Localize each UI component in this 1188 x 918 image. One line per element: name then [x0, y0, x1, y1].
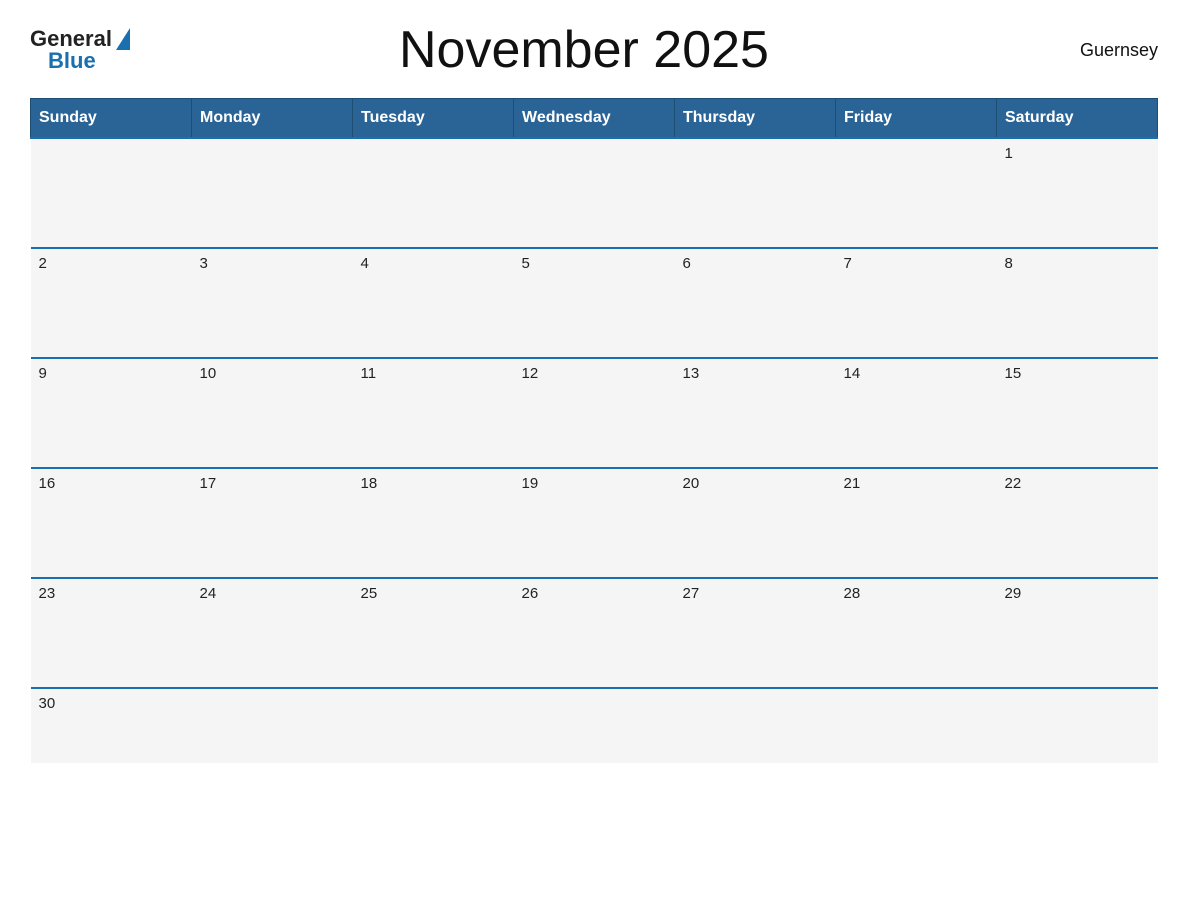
calendar-cell: 8 [997, 248, 1158, 358]
calendar-week-5: 23 24 25 26 27 28 29 [31, 578, 1158, 688]
calendar-body: 1234567891011121314151617181920212223242… [31, 138, 1158, 763]
calendar-cell: 27 [675, 578, 836, 688]
day-number: 7 [844, 255, 852, 272]
calendar-cell: 13 [675, 358, 836, 468]
calendar-cell: 20 [675, 468, 836, 578]
calendar-cell: 12 [514, 358, 675, 468]
day-number: 12 [522, 365, 539, 382]
day-number: 11 [361, 365, 377, 382]
calendar-cell: 16 [31, 468, 192, 578]
day-number: 13 [683, 365, 700, 382]
calendar-cell: 30 [31, 688, 192, 763]
calendar-cell [836, 138, 997, 248]
day-number: 4 [361, 255, 369, 272]
country-label: Guernsey [1038, 40, 1158, 61]
day-number: 26 [522, 585, 539, 602]
day-number: 15 [1005, 365, 1022, 382]
calendar-cell: 6 [675, 248, 836, 358]
calendar-cell: 25 [353, 578, 514, 688]
page-title: November 2025 [130, 20, 1038, 80]
calendar-cell: 5 [514, 248, 675, 358]
logo: General Blue [30, 26, 130, 74]
day-number: 8 [1005, 255, 1013, 272]
calendar-cell: 14 [836, 358, 997, 468]
calendar-cell: 9 [31, 358, 192, 468]
calendar-cell: 4 [353, 248, 514, 358]
logo-blue-text: Blue [48, 48, 96, 74]
day-number: 17 [200, 475, 217, 492]
calendar-cell [514, 138, 675, 248]
calendar-week-4: 16 17 18 19 20 21 22 [31, 468, 1158, 578]
calendar-week-3: 9 10 11 12 13 14 15 [31, 358, 1158, 468]
day-number: 20 [683, 475, 700, 492]
calendar-week-1: 1 [31, 138, 1158, 248]
calendar-cell: 11 [353, 358, 514, 468]
calendar-cell: 18 [353, 468, 514, 578]
calendar-cell [675, 138, 836, 248]
calendar-header: SundayMondayTuesdayWednesdayThursdayFrid… [31, 99, 1158, 139]
calendar-cell: 26 [514, 578, 675, 688]
col-header-thursday: Thursday [675, 99, 836, 139]
calendar-cell: 10 [192, 358, 353, 468]
calendar-week-6: 30 [31, 688, 1158, 763]
calendar-cell: 22 [997, 468, 1158, 578]
day-number: 2 [39, 255, 47, 272]
day-number: 25 [361, 585, 378, 602]
calendar-cell: 7 [836, 248, 997, 358]
col-header-wednesday: Wednesday [514, 99, 675, 139]
calendar-cell [353, 138, 514, 248]
day-number: 14 [844, 365, 861, 382]
col-header-sunday: Sunday [31, 99, 192, 139]
col-header-saturday: Saturday [997, 99, 1158, 139]
day-number: 28 [844, 585, 861, 602]
calendar-cell [353, 688, 514, 763]
col-header-friday: Friday [836, 99, 997, 139]
day-number: 21 [844, 475, 861, 492]
day-number: 1 [1005, 145, 1013, 162]
calendar-cell: 21 [836, 468, 997, 578]
col-header-tuesday: Tuesday [353, 99, 514, 139]
calendar-week-2: 2 3 4 5 6 7 8 [31, 248, 1158, 358]
calendar-cell: 19 [514, 468, 675, 578]
col-header-monday: Monday [192, 99, 353, 139]
day-number: 22 [1005, 475, 1022, 492]
calendar-cell: 23 [31, 578, 192, 688]
calendar-cell [192, 688, 353, 763]
calendar-cell: 29 [997, 578, 1158, 688]
page-header: General Blue November 2025 Guernsey [30, 20, 1158, 80]
day-number: 6 [683, 255, 691, 272]
calendar-cell: 17 [192, 468, 353, 578]
day-number: 24 [200, 585, 217, 602]
day-number: 5 [522, 255, 530, 272]
day-number: 19 [522, 475, 539, 492]
calendar-cell [836, 688, 997, 763]
calendar-cell [514, 688, 675, 763]
calendar-table: SundayMondayTuesdayWednesdayThursdayFrid… [30, 98, 1158, 763]
day-number: 30 [39, 695, 56, 712]
logo-triangle-icon [116, 28, 130, 50]
calendar-cell: 2 [31, 248, 192, 358]
calendar-cell [192, 138, 353, 248]
day-number: 18 [361, 475, 378, 492]
day-number: 29 [1005, 585, 1022, 602]
day-number: 9 [39, 365, 47, 382]
day-number: 23 [39, 585, 56, 602]
calendar-cell: 3 [192, 248, 353, 358]
day-number: 16 [39, 475, 56, 492]
day-number: 10 [200, 365, 217, 382]
calendar-cell [675, 688, 836, 763]
day-number: 3 [200, 255, 208, 272]
calendar-cell: 28 [836, 578, 997, 688]
calendar-cell [31, 138, 192, 248]
day-headers-row: SundayMondayTuesdayWednesdayThursdayFrid… [31, 99, 1158, 139]
day-number: 27 [683, 585, 700, 602]
calendar-cell: 24 [192, 578, 353, 688]
calendar-cell: 1 [997, 138, 1158, 248]
calendar-cell [997, 688, 1158, 763]
calendar-cell: 15 [997, 358, 1158, 468]
